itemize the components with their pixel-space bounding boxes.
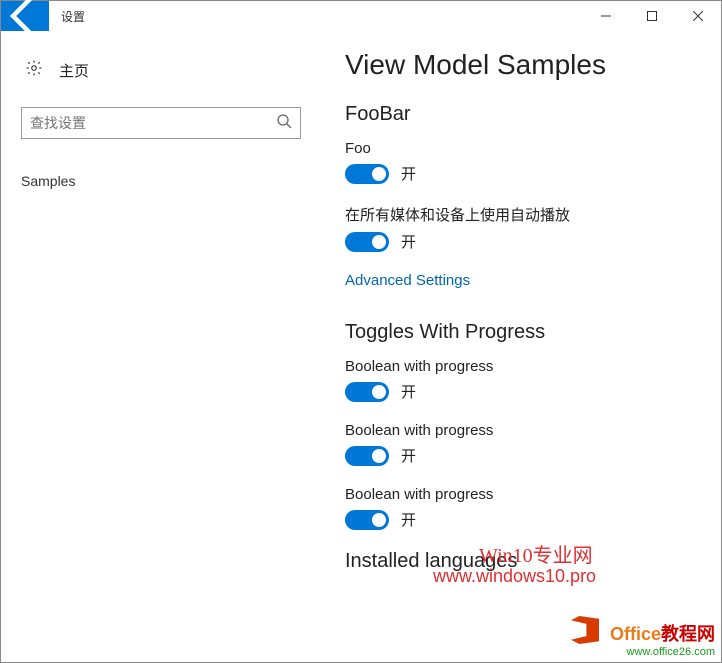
home-label: 主页 [59,60,89,81]
sidebar: 主页 Samples [1,31,321,662]
toggle-label: 在所有媒体和设备上使用自动播放 [345,204,701,225]
toggle-foo[interactable] [345,164,389,184]
back-button[interactable] [1,1,49,31]
toggle-state: 开 [401,231,416,252]
toggle-state: 开 [401,445,416,466]
toggle-bool-3[interactable] [345,510,389,530]
minimize-button[interactable] [583,1,629,31]
toggle-label: Foo [345,140,701,157]
toggle-state: 开 [401,509,416,530]
toggle-autoplay[interactable] [345,232,389,252]
window-title: 设置 [49,1,583,31]
toggle-label: Boolean with progress [345,422,701,439]
advanced-settings-link[interactable]: Advanced Settings [345,272,470,289]
gear-icon [25,59,43,81]
home-nav[interactable]: 主页 [21,53,301,87]
close-button[interactable] [675,1,721,31]
toggle-label: Boolean with progress [345,486,701,503]
search-icon [276,113,292,134]
toggle-bool-1[interactable] [345,382,389,402]
main-content: View Model Samples FooBar Foo 开 在所有媒体和设备… [321,31,721,662]
section-toggles-progress: Toggles With Progress [345,321,701,344]
toggle-state: 开 [401,381,416,402]
section-installed-languages: Installed languages [345,550,701,573]
sidebar-item-samples[interactable]: Samples [21,167,301,195]
toggle-bool-2[interactable] [345,446,389,466]
page-title: View Model Samples [345,49,701,81]
maximize-button[interactable] [629,1,675,31]
search-field[interactable] [30,115,276,131]
toggle-label: Boolean with progress [345,358,701,375]
toggle-state: 开 [401,163,416,184]
section-foobar: FooBar [345,103,701,126]
search-input[interactable] [21,107,301,139]
